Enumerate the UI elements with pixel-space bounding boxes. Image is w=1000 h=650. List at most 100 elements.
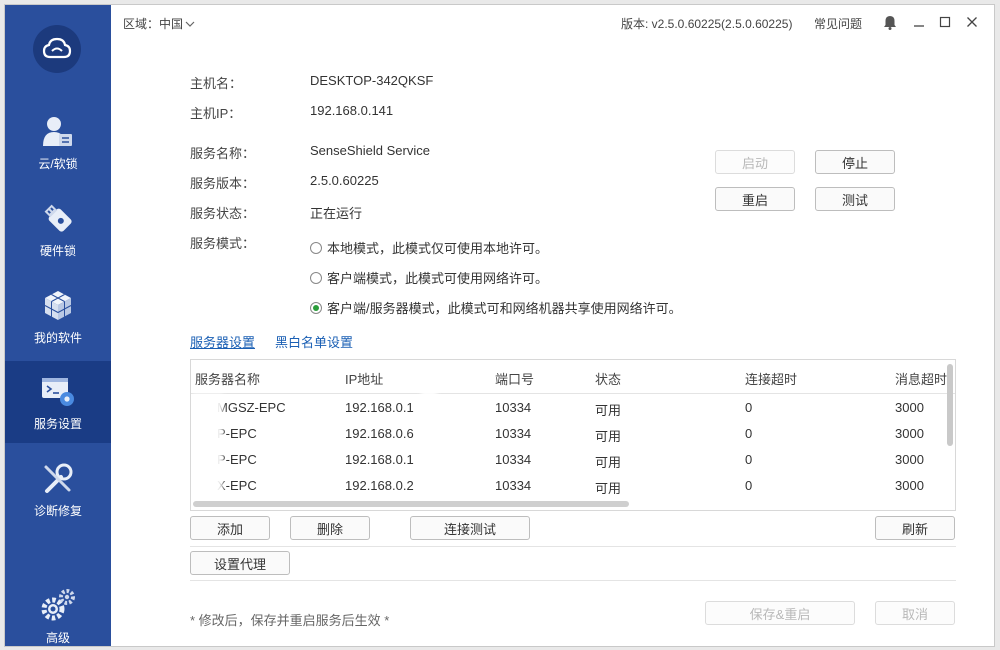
table-row[interactable]: P-EPC 192.168.0.1 10334 可用 0 3000: [191, 447, 943, 473]
proxy-settings-button[interactable]: 设置代理: [190, 551, 290, 575]
gears-icon: [40, 587, 76, 623]
radio-button[interactable]: [310, 301, 322, 314]
cell-message-timeout: 3000: [895, 426, 924, 441]
faq-link[interactable]: 常见问题: [814, 15, 862, 32]
sidebar-item-hardware-lock[interactable]: 硬件锁: [5, 188, 111, 270]
start-button[interactable]: 启动: [715, 150, 795, 174]
test-button[interactable]: 测试: [815, 187, 895, 211]
cell-ip: 192.168.0.6: [345, 426, 414, 441]
mode-client-label: 客户端模式，此模式可使用网络许可。: [327, 271, 549, 286]
maximize-icon[interactable]: [936, 13, 954, 31]
cell-status: 可用: [595, 403, 622, 418]
cell-status: 可用: [595, 455, 622, 470]
service-mode-label: 服务模式：: [190, 236, 256, 251]
user-license-icon: [40, 113, 76, 149]
mode-client-server-radio[interactable]: 客户端/服务器模式，此模式可和网络机器共享使用网络许可。: [310, 298, 682, 317]
divider: [190, 546, 956, 547]
wrench-screwdriver-icon: [40, 460, 76, 496]
sidebar-item-label: 我的软件: [33, 330, 82, 345]
sidebar-item-label: 硬件锁: [39, 243, 76, 258]
service-name-label: 服务名称：: [190, 146, 256, 161]
cell-port: 10334: [495, 452, 532, 467]
minimize-icon[interactable]: [910, 13, 928, 31]
region-selector[interactable]: 区域：中国: [123, 15, 195, 32]
title-bar: 区域：中国 版本: v2.5.0.60225(2.5.0.60225) 常见问题: [111, 5, 994, 41]
sidebar-item-advanced[interactable]: 高级: [5, 575, 111, 646]
sidebar-item-service-settings[interactable]: 服务设置: [5, 361, 111, 443]
save-restart-button[interactable]: 保存&重启: [705, 601, 855, 625]
cell-connect-timeout: 0: [745, 478, 753, 493]
divider: [190, 580, 956, 581]
cube-icon: [40, 287, 76, 323]
mode-client-server-label: 客户端/服务器模式，此模式可和网络机器共享使用网络许可。: [327, 301, 682, 316]
service-status-value: 正在运行: [310, 206, 363, 221]
cancel-button[interactable]: 取消: [875, 601, 955, 625]
add-button[interactable]: 添加: [190, 516, 270, 540]
service-status-label: 服务状态：: [190, 206, 256, 221]
sidebar-item-diagnose-repair[interactable]: 诊断修复: [5, 448, 111, 530]
terminal-gear-icon: [40, 373, 76, 409]
column-header[interactable]: 状态: [595, 369, 621, 388]
service-version-value: 2.5.0.60225: [310, 173, 379, 188]
host-name-label: 主机名：: [190, 76, 243, 91]
cell-server-name: MGSZ-EPC: [217, 400, 286, 415]
cell-port: 10334: [495, 478, 532, 493]
restart-button[interactable]: 重启: [715, 187, 795, 211]
tab-server-settings[interactable]: 服务器设置: [190, 332, 255, 351]
cell-connect-timeout: 0: [745, 452, 753, 467]
cell-message-timeout: 3000: [895, 400, 924, 415]
close-icon[interactable]: [963, 13, 981, 31]
cell-ip: 192.168.0.1: [345, 400, 414, 415]
host-ip-label: 主机IP：: [190, 106, 242, 121]
horizontal-scrollbar[interactable]: [193, 501, 629, 507]
cell-status: 可用: [595, 429, 622, 444]
sidebar-item-cloud-soft-lock[interactable]: 云/软锁: [5, 101, 111, 183]
cell-message-timeout: 3000: [895, 452, 924, 467]
sidebar-item-label: 诊断修复: [33, 503, 82, 518]
vertical-scrollbar[interactable]: [947, 364, 953, 446]
cell-status: 可用: [595, 481, 622, 496]
redaction-mask: [193, 394, 223, 502]
redaction-mask: [421, 390, 437, 502]
table-row[interactable]: MGSZ-EPC 192.168.0.1 10334 可用 0 3000: [191, 395, 943, 421]
sidebar-item-my-software[interactable]: 我的软件: [5, 275, 111, 357]
column-header[interactable]: 服务器名称: [195, 369, 260, 388]
mode-local-radio[interactable]: 本地模式，此模式仅可使用本地许可。: [310, 238, 548, 257]
cell-ip: 192.168.0.2: [345, 478, 414, 493]
connect-test-button[interactable]: 连接测试: [410, 516, 530, 540]
radio-button[interactable]: [310, 271, 322, 284]
refresh-button[interactable]: 刷新: [875, 516, 955, 540]
host-ip-value: 192.168.0.141: [310, 103, 394, 118]
app-window: 云/软锁 硬件锁 我的软件 服务设置 诊断修复 高级 区域：中国 版本: v2.…: [4, 4, 995, 647]
chevron-down-icon: [185, 17, 195, 31]
sidebar-item-label: 高级: [45, 630, 70, 645]
sidebar-item-label: 服务设置: [33, 416, 82, 431]
column-header[interactable]: 连接超时: [745, 369, 797, 388]
cell-message-timeout: 3000: [895, 478, 924, 493]
cell-connect-timeout: 0: [745, 400, 753, 415]
delete-button[interactable]: 删除: [290, 516, 370, 540]
table-row[interactable]: X-EPC 192.168.0.2 10334 可用 0 3000: [191, 473, 943, 499]
cell-ip: 192.168.0.1: [345, 452, 414, 467]
version-label: 版本: v2.5.0.60225(2.5.0.60225): [621, 17, 793, 31]
service-name-value: SenseShield Service: [310, 143, 430, 158]
cell-port: 10334: [495, 400, 532, 415]
stop-button[interactable]: 停止: [815, 150, 895, 174]
tab-blacklist-settings[interactable]: 黑白名单设置: [275, 332, 353, 351]
sidebar-item-label: 云/软锁: [38, 156, 78, 171]
usb-key-icon: [40, 200, 76, 236]
mode-local-label: 本地模式，此模式仅可使用本地许可。: [327, 241, 549, 256]
column-header[interactable]: 端口号: [495, 369, 534, 388]
radio-button[interactable]: [310, 241, 322, 254]
server-table: 服务器名称 IP地址 端口号 状态 连接超时 消息超时 MGSZ-EPC 192…: [190, 359, 956, 511]
region-label: 区域：中国: [123, 17, 184, 31]
sidebar: 云/软锁 硬件锁 我的软件 服务设置 诊断修复 高级: [5, 5, 111, 646]
cloud-logo-icon: [33, 25, 81, 73]
service-version-label: 服务版本：: [190, 176, 256, 191]
table-row[interactable]: P-EPC 192.168.0.6 10334 可用 0 3000: [191, 421, 943, 447]
column-header[interactable]: 消息超时: [895, 369, 947, 388]
mode-client-radio[interactable]: 客户端模式，此模式可使用网络许可。: [310, 268, 548, 287]
bell-icon[interactable]: [881, 13, 899, 31]
column-header[interactable]: IP地址: [345, 369, 383, 388]
cell-connect-timeout: 0: [745, 426, 753, 441]
